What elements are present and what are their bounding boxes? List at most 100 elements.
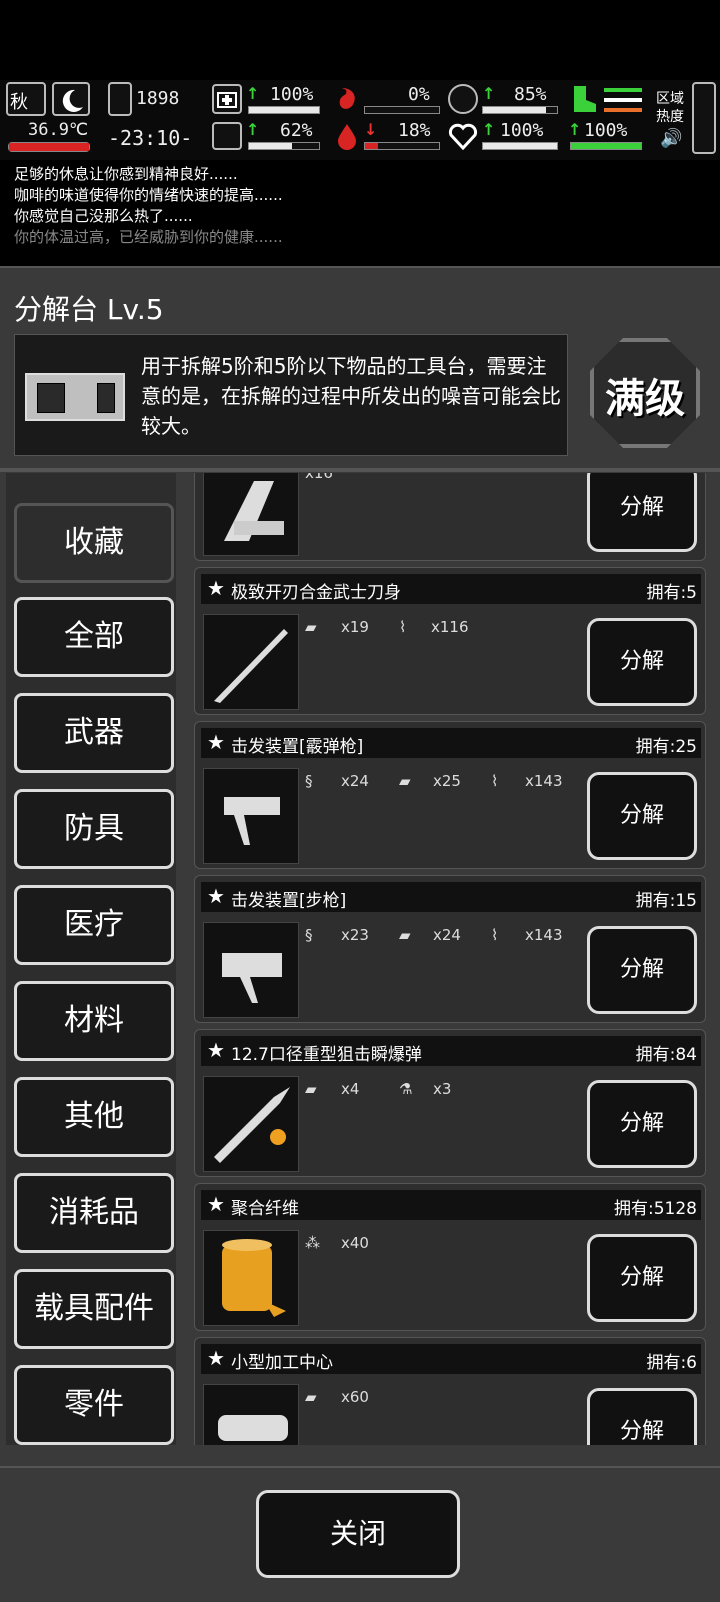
boot-up-arrow: ↑ [568,120,582,139]
category-other[interactable]: 其他 [14,1077,174,1157]
log-line: 足够的休息让你感到精神良好...... [14,165,238,183]
material-qty: x60 [341,1388,369,1406]
boot-bar [570,142,642,150]
category-sidebar: 收藏 全部 武器 防具 医疗 材料 其他 消耗品 载具配件 零件 [6,473,176,1445]
mood-up-arrow: ↑ [246,120,260,139]
decompose-button[interactable]: 分解 [587,1234,697,1322]
category-materials[interactable]: 材料 [14,981,174,1061]
max-level-badge: 满级 [586,334,704,452]
time-value: -23:10- [108,126,193,150]
health-bar [248,106,320,114]
status-bar: 秋 36.9℃ 1898 -23:10- ↑ 100% 0% ↑ 85% ↑ 6… [0,80,720,160]
wood-icon [203,473,299,556]
category-all[interactable]: 全部 [14,597,174,677]
item-header: ★ 击发装置[霰弹枪] 拥有:25 [201,728,701,758]
close-button[interactable]: 关闭 [256,1490,460,1578]
decompose-button[interactable]: 分解 [587,1080,697,1168]
mood-value: 62% [280,120,313,141]
star-icon[interactable]: ★ [207,1038,225,1062]
item-header: ★ 击发装置[步枪] 拥有:15 [201,882,701,912]
category-medical[interactable]: 医疗 [14,885,174,965]
temperature-value: 36.9℃ [28,120,89,140]
item-owned: 拥有:6 [646,1353,697,1373]
item-card: ★ 击发装置[步枪] 拥有:15 § x23 ▰ x24 ⌇ x143 分解 [194,875,706,1023]
metal-ingot-icon: ▰ [399,772,411,790]
category-vehicle-parts[interactable]: 载具配件 [14,1269,174,1349]
speaker-icon[interactable]: 🔊 [660,128,682,149]
decompose-button[interactable]: 分解 [587,473,697,552]
metal-ingot-icon: ▰ [305,1080,317,1098]
boot-value: 100% [584,120,628,141]
material-qty: x23 [341,926,369,944]
item-owned: 拥有:5128 [614,1199,697,1219]
stamina-stripe-1 [604,88,642,92]
water-value: 85% [514,84,547,105]
water-icon [448,84,478,114]
panel-title: 分解台 Lv.5 [14,293,164,326]
zone-heat-label: 区域热度 [656,91,684,125]
spring-icon: § [305,926,313,944]
item-list[interactable]: x16 分解 ★ 极致开刃合金武士刀身 拥有:5 ▰ x19 ⌇ x116 分解… [192,473,712,1445]
item-header: ★ 小型加工中心 拥有:6 [201,1344,701,1374]
bullet-icon [203,1076,299,1172]
item-card: ★ 聚合纤维 拥有:5128 ⁂ x40 分解 [194,1183,706,1331]
metal-ingot-icon: ▰ [399,926,411,944]
item-header: ★ 12.7口径重型狙击瞬爆弹 拥有:84 [201,1036,701,1066]
stomach-value: 0% [408,84,430,105]
decompose-button[interactable]: 分解 [587,926,697,1014]
item-owned: 拥有:25 [635,737,697,757]
decompose-button[interactable]: 分解 [587,1388,697,1445]
item-header: ★ 聚合纤维 拥有:5128 [201,1190,701,1220]
star-icon[interactable]: ★ [207,576,225,600]
decompose-button[interactable]: 分解 [587,772,697,860]
category-weapons[interactable]: 武器 [14,693,174,773]
material-qty: x25 [433,772,461,790]
heart-up-arrow: ↑ [482,120,496,139]
star-icon[interactable]: ★ [207,1346,225,1370]
item-card: x16 分解 [194,473,706,561]
star-icon[interactable]: ★ [207,730,225,754]
blood-drop-icon [336,122,358,150]
item-card: ★ 小型加工中心 拥有:6 ▰ x60 分解 [194,1337,706,1445]
brain-icon [212,122,242,150]
category-consumables[interactable]: 消耗品 [14,1173,174,1253]
item-name: 小型加工中心 [231,1353,333,1373]
blood-down-arrow: ↓ [364,120,378,139]
material-qty: x19 [341,618,369,636]
season-label: 秋 [10,92,28,113]
log-line: 你感觉自己没那么热了...... [14,207,193,225]
category-armor[interactable]: 防具 [14,789,174,869]
log-line: 你的体温过高，已经威胁到你的健康...... [14,228,283,246]
item-owned: 拥有:15 [635,891,697,911]
katana-blade-icon [203,614,299,710]
metal-ingot-icon: ▰ [305,1388,317,1406]
machining-center-icon [203,1384,299,1445]
material-qty: x143 [525,926,563,944]
star-icon[interactable]: ★ [207,884,225,908]
item-owned: 拥有:5 [646,583,697,603]
workbench-image [25,373,125,421]
material-qty: x4 [341,1080,360,1098]
stomach-icon [334,84,360,114]
category-components[interactable]: 零件 [14,1365,174,1445]
star-icon[interactable]: ★ [207,1192,225,1216]
trigger-assembly-icon [203,922,299,1018]
category-favorites[interactable]: 收藏 [14,503,174,583]
moon-icon [52,82,90,116]
material-qty: x24 [433,926,461,944]
description-box: 用于拆解5阶和5阶以下物品的工具台，需要注意的是，在拆解的过程中所发出的噪音可能… [14,334,568,456]
item-header: ★ 极致开刃合金武士刀身 拥有:5 [201,574,701,604]
heart-bar [482,142,558,150]
item-owned: 拥有:84 [635,1045,697,1065]
day-value: 1898 [136,88,180,109]
blood-bar [364,142,440,150]
scrap-metal-icon: ⌇ [399,618,407,636]
spring-icon: § [305,772,313,790]
item-card: ★ 击发装置[霰弹枪] 拥有:25 § x24 ▰ x25 ⌇ x143 分解 [194,721,706,869]
max-level-label: 满级 [605,376,685,422]
heart-icon [448,122,478,151]
decompose-button[interactable]: 分解 [587,618,697,706]
item-name: 击发装置[霰弹枪] [231,737,364,757]
boot-icon [568,84,600,114]
item-name: 极致开刃合金武士刀身 [231,583,401,603]
